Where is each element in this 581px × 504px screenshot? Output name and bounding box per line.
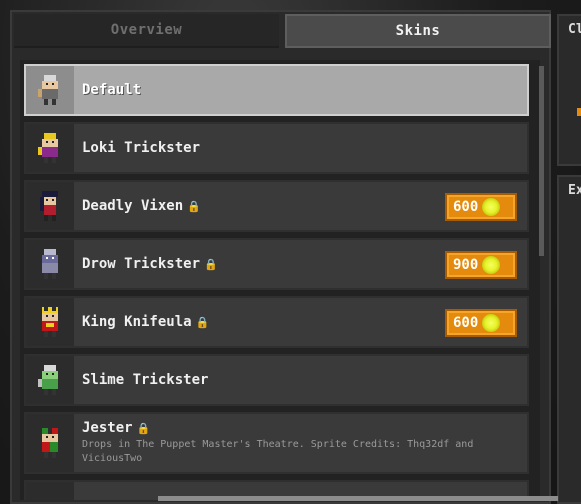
rogue-default-sprite-icon <box>26 66 74 114</box>
lock-icon: 🔒 <box>136 421 151 435</box>
skin-description: Drops in The Puppet Master's Theatre. Sp… <box>82 439 474 464</box>
tab-bar: Overview Skins <box>12 12 553 52</box>
skin-row-deadly-vixen[interactable]: Deadly Vixen 🔒 600 <box>24 180 529 232</box>
coin-icon <box>482 314 501 332</box>
lock-icon: 🔒 <box>204 257 218 271</box>
lock-icon: 🔒 <box>195 315 210 329</box>
buy-price-button[interactable]: 900 <box>445 251 517 279</box>
skin-label: Loki Trickster <box>82 140 201 156</box>
skin-label: Slime Trickster <box>82 372 209 388</box>
side-panel-bottom-label: Ex <box>568 183 581 198</box>
buy-price-button[interactable]: 600 <box>445 309 517 337</box>
king-knifeula-sprite-icon <box>26 298 74 346</box>
horizontal-scrollbar[interactable] <box>158 496 558 501</box>
skin-row-default[interactable]: Default <box>24 64 529 116</box>
coin-icon <box>482 256 501 274</box>
skin-label: Deadly Vixen 🔒 <box>82 198 201 214</box>
skin-row-drow-trickster[interactable]: Drow Trickster 🔒 900 <box>24 238 529 290</box>
drow-trickster-sprite-icon <box>26 240 74 288</box>
skin-row-king-knifeula[interactable]: King Knifeula 🔒 600 <box>24 296 529 348</box>
skin-label: King Knifeula 🔒 <box>82 314 210 330</box>
skin-row-loki-trickster[interactable]: Loki Trickster <box>24 122 529 174</box>
list-scrollbar[interactable] <box>539 66 544 256</box>
coin-icon <box>482 198 501 216</box>
skin-list[interactable]: Default Loki Trickster Deadly Vixen 🔒 60… <box>20 60 540 500</box>
skin-label: Drow Trickster 🔒 <box>82 256 218 272</box>
lock-icon: 🔒 <box>187 199 201 213</box>
skin-label: Default <box>82 82 142 98</box>
side-panel-top-label: Cl <box>568 22 581 37</box>
skin-row-jester[interactable]: Jester 🔒 Drops in The Puppet Master's The… <box>24 412 529 474</box>
next-skin-sprite-icon <box>26 482 74 500</box>
buy-price-button[interactable]: 600 <box>445 193 517 221</box>
jester-sprite-icon <box>26 414 74 472</box>
deadly-vixen-sprite-icon <box>26 182 74 230</box>
side-accent <box>577 108 581 116</box>
skins-panel: Overview Skins Default Loki Trickster De… <box>10 10 551 504</box>
skin-label: Jester 🔒 Drops in The Puppet Master's The… <box>82 420 474 464</box>
slime-trickster-sprite-icon <box>26 356 74 404</box>
side-panel-top: Cl <box>557 14 581 166</box>
side-panel-bottom: Ex <box>557 175 581 504</box>
tab-skins[interactable]: Skins <box>285 14 551 48</box>
skin-row-slime-trickster[interactable]: Slime Trickster <box>24 354 529 406</box>
loki-trickster-sprite-icon <box>26 124 74 172</box>
tab-overview[interactable]: Overview <box>14 14 279 48</box>
